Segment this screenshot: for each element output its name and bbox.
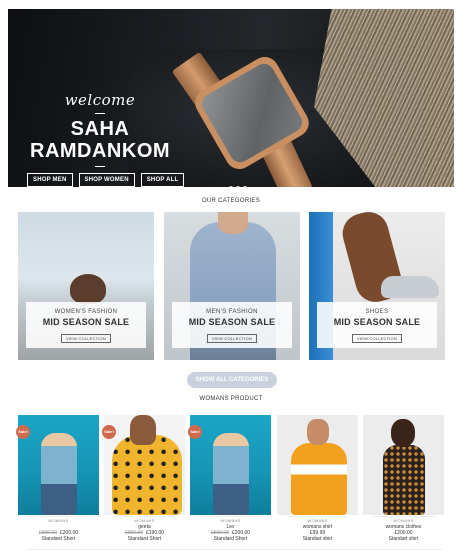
hero-banner: welcome SAHA RAMDANKOM SHOP MEN SHOP WOM… (8, 9, 454, 187)
product-image[interactable] (363, 415, 444, 515)
sale-badge: Sale! (16, 425, 30, 439)
shop-men-button[interactable]: SHOP MEN (27, 173, 73, 187)
category-card-shoes[interactable]: SHOES MID SEASON SALE VIEW COLLECTION (309, 212, 445, 360)
shop-women-button[interactable]: SHOP WOMEN (78, 173, 135, 187)
product-card[interactable]: WOMANS womans shirt £99.99 Standart shir… (277, 415, 358, 553)
category-main: MID SEASON SALE (42, 317, 130, 327)
category-card-womens[interactable]: WOMEN'S FASHION MID SEASON SALE VIEW COL… (18, 212, 154, 360)
product-size: Standart shirt (302, 536, 333, 542)
category-caption: MEN'S FASHION MID SEASON SALE VIEW COLLE… (172, 302, 292, 348)
hero-divider (95, 113, 105, 114)
product-category: WOMANS (48, 518, 69, 523)
category-sub: SHOES (365, 309, 389, 315)
hero-text: welcome SAHA RAMDANKOM (30, 91, 170, 171)
bottom-divider (26, 549, 442, 550)
product-image[interactable] (190, 415, 271, 515)
product-image[interactable] (18, 415, 99, 515)
hero-buttons: SHOP MEN SHOP WOMEN SHOP ALL (27, 173, 185, 187)
category-card-mens[interactable]: MEN'S FASHION MID SEASON SALE VIEW COLLE… (164, 212, 300, 360)
slider-dot[interactable] (236, 186, 240, 187)
sale-badge: Sale! (102, 425, 116, 439)
sale-badge: Sale! (188, 425, 202, 439)
shop-all-button[interactable]: SHOP ALL (140, 173, 185, 187)
view-collection-button[interactable]: VIEW COLLECTION (352, 334, 402, 343)
view-collection-button[interactable]: VIEW COLLECTION (61, 334, 111, 343)
product-card[interactable]: Sale! WOMANS geeta £350.00 £190.00 Standa… (102, 415, 185, 553)
hero-welcome: welcome (64, 91, 136, 109)
show-all-categories-button[interactable]: SHOW ALL CATEGORIES (187, 372, 277, 388)
hero-brand-line2: RAMDANKOM (30, 140, 171, 162)
product-category: WOMANS (134, 518, 155, 523)
product-size: Standard Short (213, 536, 248, 542)
product-category: WOMANS (393, 518, 414, 523)
product-size: Standart shirt (388, 536, 419, 542)
product-category: WOMANS (307, 518, 328, 523)
slider-dot[interactable] (243, 186, 247, 187)
product-card[interactable]: WOMANS womans clothes £200.00 Standart s… (363, 415, 444, 553)
category-main: MID SEASON SALE (188, 317, 276, 327)
category-caption: SHOES MID SEASON SALE VIEW COLLECTION (317, 302, 437, 348)
category-main: MID SEASON SALE (333, 317, 421, 327)
slider-dot[interactable] (229, 186, 233, 187)
product-size: Standard Short (127, 536, 162, 542)
category-caption: WOMEN'S FASHION MID SEASON SALE VIEW COL… (26, 302, 146, 348)
product-category: WOMANS (220, 518, 241, 523)
view-collection-button[interactable]: VIEW COLLECTION (207, 334, 257, 343)
slider-dots (229, 186, 247, 187)
categories-title: OUR CATEGORIES (8, 198, 454, 204)
product-image[interactable] (277, 415, 358, 515)
product-size: Standard Short (41, 536, 76, 542)
products-title: WOMANS PRODUCT (8, 396, 454, 402)
category-sub: WOMEN'S FASHION (54, 309, 118, 315)
product-card[interactable]: Sale! WOMANS Lev £500.00 £200.00 Standard… (188, 415, 271, 553)
product-image[interactable] (104, 415, 185, 515)
category-sub: MEN'S FASHION (206, 309, 258, 315)
hero-divider (95, 166, 105, 167)
hero-brand-line1: SAHA (70, 118, 130, 140)
product-card[interactable]: Sale! WOMANS £500.00 £200.00 Standard Sho… (16, 415, 99, 553)
